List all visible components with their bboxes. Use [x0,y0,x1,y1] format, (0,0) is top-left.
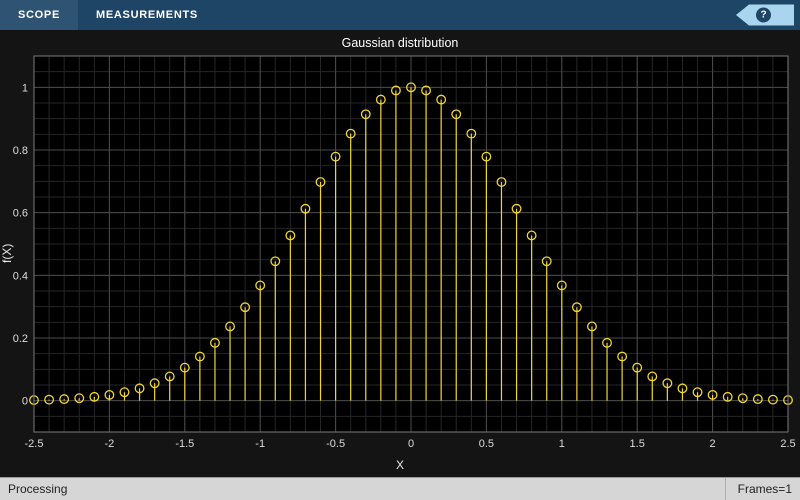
x-axis-label: X [395,458,404,472]
svg-text:0: 0 [408,438,414,450]
svg-text:-1: -1 [255,438,265,450]
plot-area: -2.5 -2 -1.5 -1 -0.5 0 0.5 1 1.5 2 2.5 0 0.2 0.4 0.6 0.… [0,30,800,477]
svg-text:0.8: 0.8 [13,145,28,157]
scope-window: SCOPE MEASUREMENTS ? -2.5 -2 -1.5 -1 -0.5 0 0.… [0,0,800,500]
svg-text:0: 0 [22,396,28,408]
svg-text:-1.5: -1.5 [175,438,194,450]
plot-title: Gaussian distribution [341,36,459,50]
status-processing: Processing [8,482,68,496]
help-button[interactable]: ? [736,4,794,26]
svg-text:2.5: 2.5 [780,438,795,450]
status-frames: Frames=1 [724,478,792,500]
tab-measurements[interactable]: MEASUREMENTS [78,0,216,30]
toolbar: SCOPE MEASUREMENTS ? [0,0,800,30]
svg-text:1: 1 [559,438,565,450]
svg-text:-2.5: -2.5 [25,438,44,450]
svg-text:0.5: 0.5 [479,438,494,450]
svg-text:0.2: 0.2 [13,333,28,345]
svg-text:-2: -2 [105,438,115,450]
y-tick-labels: 0 0.2 0.4 0.6 0.8 1 [13,82,28,407]
svg-text:2: 2 [710,438,716,450]
svg-text:1.5: 1.5 [630,438,645,450]
svg-text:0.6: 0.6 [13,208,28,220]
status-bar: Processing Frames=1 [0,477,800,500]
svg-text:0.4: 0.4 [13,270,28,282]
svg-text:1: 1 [22,82,28,94]
x-tick-labels: -2.5 -2 -1.5 -1 -0.5 0 0.5 1 1.5 2 2.5 [25,438,796,450]
help-icon: ? [756,7,771,23]
tab-scope[interactable]: SCOPE [0,0,79,30]
y-axis-label: f(X) [0,243,14,264]
svg-text:-0.5: -0.5 [326,438,345,450]
plot-canvas: -2.5 -2 -1.5 -1 -0.5 0 0.5 1 1.5 2 2.5 0 0.2 0.4 0.6 0.… [13,55,796,450]
